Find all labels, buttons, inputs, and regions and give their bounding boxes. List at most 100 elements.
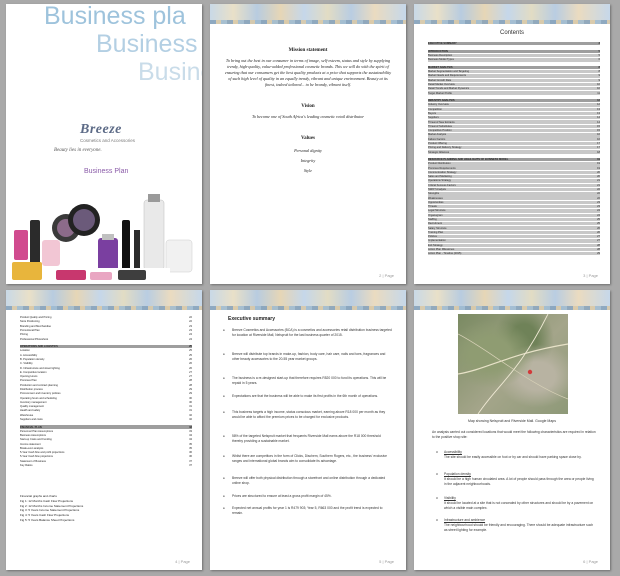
- toc-row[interactable]: Personnel Plan Assumptions 33: [20, 430, 192, 433]
- toc-row[interactable]: Action Plan - Timeline (2015) 29: [428, 252, 600, 256]
- toc-row[interactable]: FINANCIAL PLAN 33: [20, 425, 192, 429]
- toc-row[interactable]: Product Offering 17: [428, 141, 600, 146]
- toc-row[interactable]: Retail Market Overview 10: [428, 82, 600, 87]
- toc-row[interactable]: Warehouse 32: [20, 413, 192, 417]
- toc-row[interactable]: Health and safety 31: [20, 409, 192, 412]
- toc-row[interactable]: Legal Structure 24: [428, 209, 600, 213]
- toc-row[interactable]: Competition 13: [428, 107, 600, 111]
- toc-row[interactable]: Pricing and Delivery Strategy 17: [428, 146, 600, 150]
- toc-row[interactable]: Competitive Position 15: [428, 128, 600, 133]
- toc-row[interactable]: Market Analysis 16: [428, 133, 600, 137]
- toc-row[interactable]: Distribution process 29: [20, 388, 192, 391]
- toc-row[interactable]: Exit Strategy 28: [428, 243, 600, 247]
- toc-row[interactable]: Branding and Merchandise 23: [20, 325, 192, 328]
- toc-row[interactable]: Threats 23: [428, 204, 600, 209]
- toc-row[interactable]: Critical Success Factors 21: [428, 183, 600, 187]
- toc-row[interactable]: Key Ratios 37: [20, 464, 192, 467]
- toc-row[interactable]: Strengths 22: [428, 192, 600, 196]
- toc-row[interactable]: Product Quality and Pricing 22: [20, 316, 192, 319]
- toc-row[interactable]: Action Plan Milestones 28: [428, 247, 600, 252]
- toc-row[interactable]: 5-Year Cash flow projections 36: [20, 455, 192, 458]
- page-contents-continued[interactable]: Product Quality and Pricing 22 Store Posit…: [6, 290, 202, 570]
- toc-row[interactable]: Market Needs and Requirements 9: [428, 74, 600, 78]
- toc-row[interactable]: Statement of Business 37: [20, 460, 192, 463]
- toc-row[interactable]: OPERATIONS AND LOGISTICS 25: [20, 344, 192, 349]
- toc-row[interactable]: Promotional Plan 23: [20, 329, 192, 332]
- toc-row[interactable]: Organogram 24: [428, 213, 600, 217]
- toc-row[interactable]: Inventory management 30: [20, 401, 192, 404]
- toc-row[interactable]: Pricing 24: [20, 333, 192, 336]
- toc-row[interactable]: [428, 46, 600, 48]
- toc-row[interactable]: Weaknesses 22: [428, 196, 600, 200]
- toc-row[interactable]: Strategic Alliances 18: [428, 150, 600, 154]
- page-contents[interactable]: Contents EXECUTIVE SUMMARY 3 INTRODUCTION 5…: [414, 4, 610, 284]
- toc-row[interactable]: MARKET ANALYSIS 8: [428, 65, 600, 70]
- toc-entry-title: Quality management: [20, 405, 44, 409]
- toc-row[interactable]: Industry Overview 12: [428, 103, 600, 107]
- toc-row[interactable]: Buyers 13: [428, 111, 600, 116]
- toc-row[interactable]: Market Growth Rate 9: [428, 78, 600, 82]
- toc-row[interactable]: Staffing 25: [428, 217, 600, 222]
- toc-row[interactable]: [20, 342, 192, 344]
- toc-row[interactable]: Implementation 27: [428, 239, 600, 243]
- toc-row[interactable]: Retail Trends and Market Dynamics 10: [428, 87, 600, 91]
- toc-row[interactable]: Location 25: [20, 349, 192, 352]
- toc-row[interactable]: RESOURCE PLANNING AND HIGHLIGHTS OF BUSI…: [428, 157, 600, 162]
- toc-row[interactable]: Production and contract planning 28: [20, 384, 192, 387]
- toc-entry-page: 15: [597, 129, 600, 133]
- toc-row[interactable]: Target Market Profile 11: [428, 91, 600, 95]
- toc-entry-title: INTRODUCTION: [428, 49, 448, 53]
- toc-row[interactable]: E. Competitive location 27: [20, 371, 192, 374]
- toc-row[interactable]: Start-up Costs and Funding 34: [20, 438, 192, 441]
- page-location[interactable]: Map showing Nelspruit and Riverside Mall…: [414, 290, 610, 570]
- page-mission[interactable]: Mission statement To bring out the best …: [210, 4, 406, 284]
- toc-row[interactable]: INTRODUCTION 5: [428, 49, 600, 53]
- toc-row[interactable]: Store Positioning 22: [20, 320, 192, 323]
- toc-row[interactable]: Operations Strategy 21: [428, 179, 600, 183]
- toc-entry-title: Warehouse: [20, 413, 34, 417]
- toc-row[interactable]: [20, 422, 192, 424]
- toc-row[interactable]: B. Population density 26: [20, 358, 192, 361]
- toc-row[interactable]: Suppliers 14: [428, 116, 600, 120]
- toc-row[interactable]: A. Accessibility 25: [20, 354, 192, 357]
- toc-row[interactable]: Procurement and inventory policies 29: [20, 392, 192, 395]
- toc-row[interactable]: Policies 27: [428, 234, 600, 239]
- toc-row[interactable]: Operating hours and scheduling 30: [20, 396, 192, 400]
- page-cover[interactable]: Business pla Business Business Breeze Co…: [6, 4, 202, 284]
- toc-row[interactable]: [428, 96, 600, 98]
- toc-row[interactable]: Opportunities 23: [428, 200, 600, 205]
- toc-row[interactable]: Threat of New Entrants 14: [428, 120, 600, 124]
- toc-row[interactable]: Business Assumptions 34: [20, 434, 192, 437]
- toc-row[interactable]: Market Segmentation and Targeting 8: [428, 69, 600, 74]
- toc-row[interactable]: Failure Factors 16: [428, 137, 600, 141]
- toc-row[interactable]: 5-Year Cash flow and profit projections 3…: [20, 451, 192, 454]
- toc-row[interactable]: Income statement 35: [20, 442, 192, 446]
- toc-row[interactable]: Business Description 5: [428, 53, 600, 58]
- page-executive-summary[interactable]: Executive summary Breeze Cosmetics and A…: [210, 290, 406, 570]
- toc-row[interactable]: Premises Requirements 19: [428, 166, 600, 170]
- toc-row[interactable]: Professional Photoshoot 24: [20, 337, 192, 341]
- toc-row[interactable]: SWOT Analysis 22: [428, 187, 600, 192]
- toc-row[interactable]: Sales and Marketing 20: [428, 175, 600, 179]
- toc-row[interactable]: Product Distribution 19: [428, 162, 600, 166]
- toc-entry-page: 6: [598, 58, 600, 62]
- toc-row[interactable]: Salary Structure 26: [428, 226, 600, 230]
- toc-row[interactable]: C. Visibility 26: [20, 362, 192, 365]
- toc-row[interactable]: Suppliers and costs 32: [20, 418, 192, 421]
- toc-row[interactable]: [428, 155, 600, 157]
- toc-row[interactable]: [428, 62, 600, 64]
- satellite-map-image: [457, 313, 569, 415]
- toc-row[interactable]: D. Infrastructure and street lighting 26: [20, 366, 192, 370]
- toc-row[interactable]: Business Model Types 6: [428, 58, 600, 62]
- toc-entry-page: 27: [189, 370, 192, 374]
- toc-row[interactable]: Break-even analysis 35: [20, 447, 192, 450]
- toc-row[interactable]: Communication Strategy 20: [428, 170, 600, 175]
- toc-row[interactable]: Training Plan 26: [428, 230, 600, 235]
- toc-row[interactable]: Threat of Substitutes 15: [428, 124, 600, 129]
- toc-row[interactable]: EXECUTIVE SUMMARY 3: [428, 42, 600, 46]
- toc-row[interactable]: Premises Plan 28: [20, 379, 192, 382]
- toc-row[interactable]: INDUSTRY ANALYSIS 12: [428, 98, 600, 103]
- toc-row[interactable]: Recruitment 25: [428, 222, 600, 226]
- toc-row[interactable]: Quality management 31: [20, 405, 192, 408]
- toc-row[interactable]: Opening Hours 27: [20, 375, 192, 378]
